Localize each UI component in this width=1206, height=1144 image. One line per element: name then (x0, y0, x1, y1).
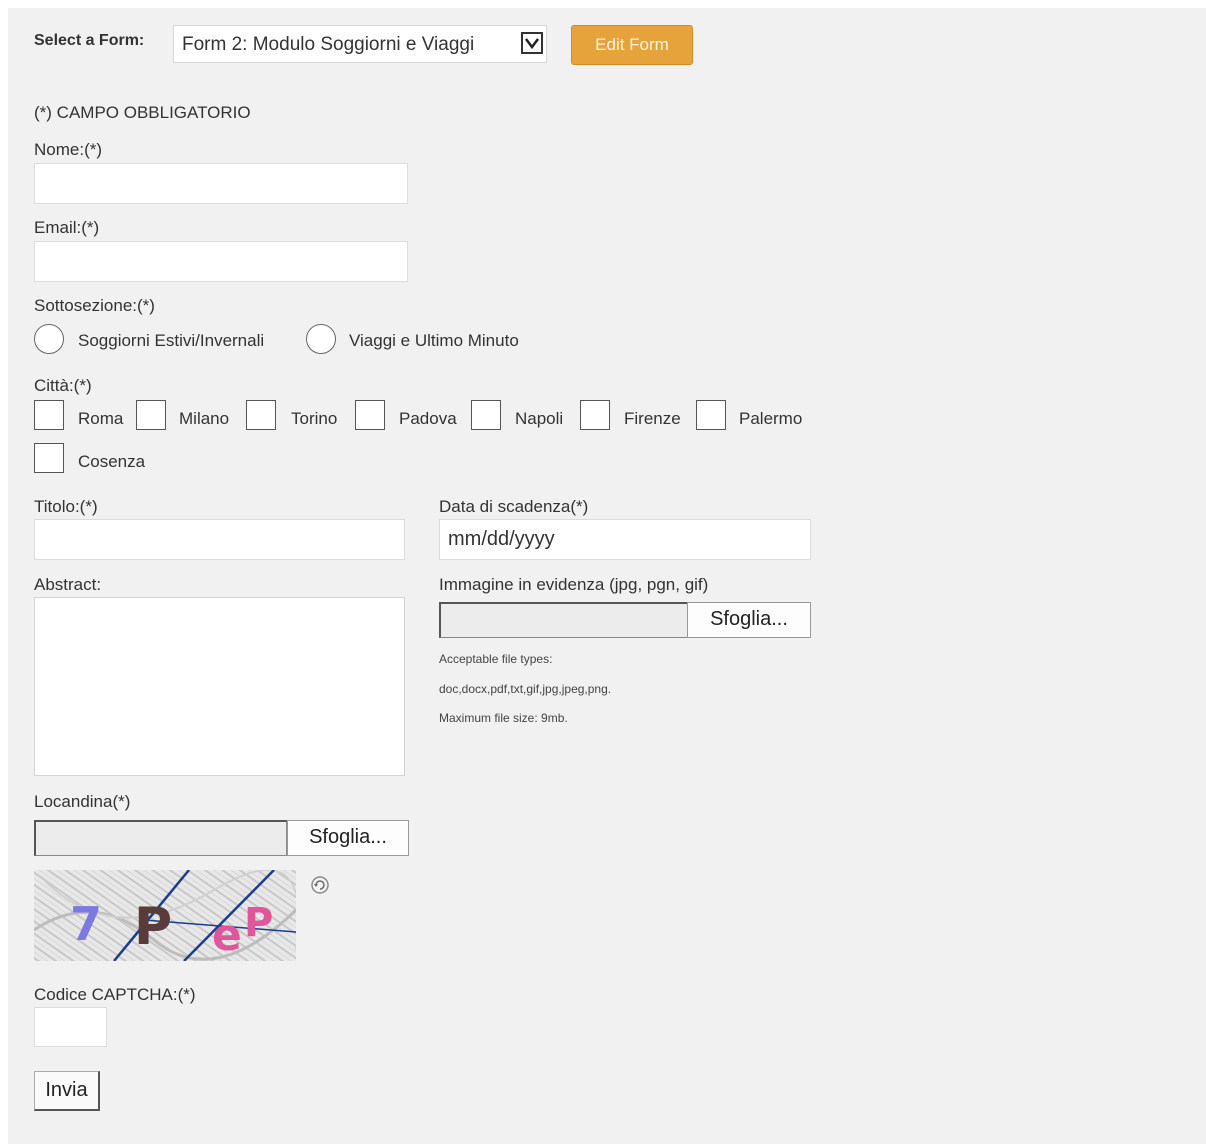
citta-label: Città:(*) (34, 376, 92, 395)
top-strip (0, 0, 1206, 8)
email-input[interactable] (34, 241, 408, 282)
radio-soggiorni[interactable] (34, 324, 64, 354)
checkbox-napoli-label: Napoli (515, 409, 564, 428)
submit-button[interactable]: Invia (34, 1071, 100, 1111)
file-types-list: doc,docx,pdf,txt,gif,jpg,jpeg,png. (439, 682, 612, 696)
captcha-char-3: e (212, 910, 242, 961)
abstract-label: Abstract: (34, 575, 102, 594)
checkbox-firenze[interactable] (580, 400, 610, 430)
checkbox-roma[interactable] (34, 400, 64, 430)
file-size-note: Maximum file size: 9mb. (439, 711, 568, 725)
checkbox-cosenza[interactable] (34, 443, 64, 473)
captcha-char-2: P (134, 897, 172, 957)
refresh-icon[interactable] (310, 875, 330, 895)
email-label: Email:(*) (34, 218, 100, 237)
radio-viaggi[interactable] (306, 324, 336, 354)
nome-input[interactable] (34, 163, 408, 204)
checkbox-palermo-label: Palermo (739, 409, 803, 428)
checkbox-padova-label: Padova (399, 409, 457, 428)
captcha-char-4: P (244, 900, 273, 946)
titolo-input[interactable] (34, 519, 405, 560)
checkbox-torino-label: Torino (291, 409, 338, 428)
radio-viaggi-label: Viaggi e Ultimo Minuto (349, 331, 519, 350)
form-select[interactable]: Form 2: Modulo Soggiorni e Viaggi (173, 25, 547, 63)
form-select-value: Form 2: Modulo Soggiorni e Viaggi (182, 34, 475, 55)
locandina-file-field[interactable] (34, 820, 287, 856)
captcha-image: 7 P e P (34, 870, 296, 961)
form-panel: Select a Form: Form 2: Modulo Soggiorni … (8, 8, 1206, 1144)
checkbox-napoli[interactable] (471, 400, 501, 430)
checkbox-firenze-label: Firenze (624, 409, 681, 428)
required-note: (*) CAMPO OBBLIGATORIO (34, 103, 251, 122)
select-form-label: Select a Form: (34, 32, 145, 49)
radio-soggiorni-label: Soggiorni Estivi/Invernali (78, 331, 265, 350)
file-types-title: Acceptable file types: (439, 652, 553, 666)
immagine-file-field[interactable] (439, 602, 688, 638)
scadenza-label: Data di scadenza(*) (439, 497, 589, 516)
checkbox-milano-label: Milano (179, 409, 230, 428)
checkbox-torino[interactable] (246, 400, 276, 430)
locandina-label: Locandina(*) (34, 792, 131, 811)
captcha-char-1: 7 (70, 897, 102, 951)
checkbox-palermo[interactable] (696, 400, 726, 430)
immagine-label: Immagine in evidenza (jpg, pgn, gif) (439, 575, 709, 594)
locandina-browse-button[interactable]: Sfoglia... (287, 820, 409, 856)
scadenza-placeholder: mm/dd/yyyy (448, 528, 555, 550)
captcha-input[interactable] (34, 1007, 107, 1047)
captcha-label: Codice CAPTCHA:(*) (34, 985, 196, 1004)
abstract-textarea[interactable] (34, 597, 405, 776)
checkbox-milano[interactable] (136, 400, 166, 430)
edit-form-button[interactable]: Edit Form (571, 25, 693, 65)
checkbox-cosenza-label: Cosenza (78, 452, 146, 471)
scadenza-input[interactable]: mm/dd/yyyy (439, 519, 811, 560)
immagine-browse-button[interactable]: Sfoglia... (687, 602, 811, 638)
sottosezione-label: Sottosezione:(*) (34, 296, 155, 315)
nome-label: Nome:(*) (34, 140, 103, 159)
titolo-label: Titolo:(*) (34, 497, 98, 516)
checkbox-roma-label: Roma (78, 409, 124, 428)
checkbox-padova[interactable] (355, 400, 385, 430)
chevron-down-icon[interactable] (521, 32, 543, 54)
